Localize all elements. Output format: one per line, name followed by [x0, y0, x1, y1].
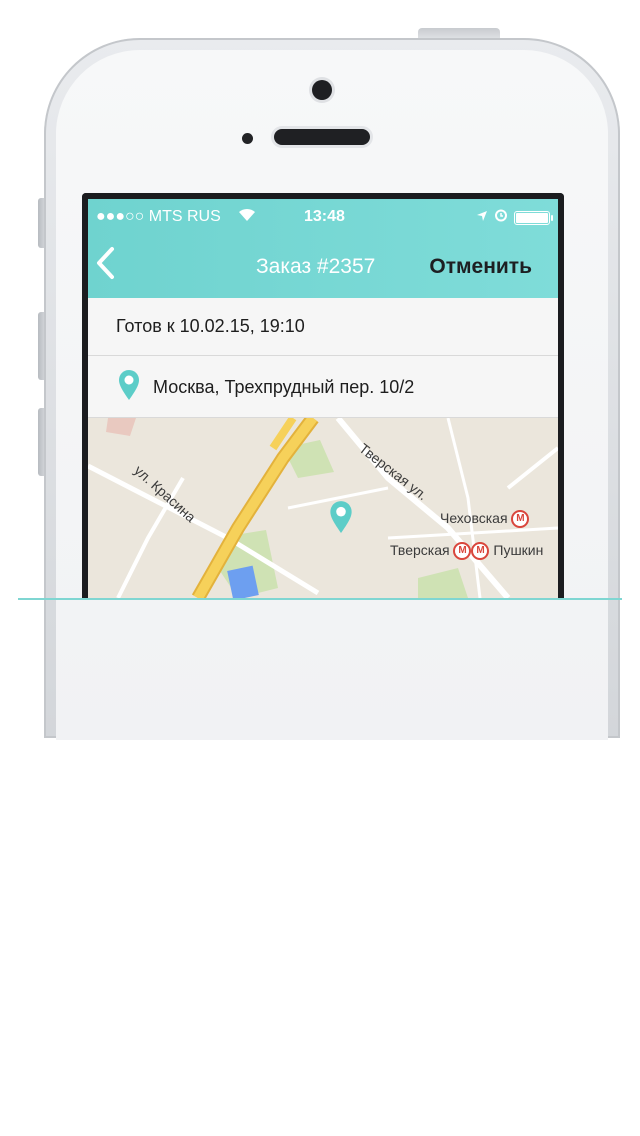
- alarm-icon: [494, 208, 508, 227]
- metro-tverskaya: Тверская ММ Пушкин: [390, 542, 544, 561]
- ready-time-row: Готов к 10.02.15, 19:10: [88, 298, 558, 356]
- metro-name-pushkinskaya: Пушкин: [493, 542, 544, 558]
- map-view[interactable]: ул. Красина Тверская ул. Чеховская М Тве…: [88, 418, 558, 598]
- earpiece-speaker: [274, 129, 370, 145]
- location-arrow-icon: [476, 209, 488, 227]
- address-row[interactable]: Москва, Трехпрудный пер. 10/2: [88, 356, 558, 418]
- battery-icon: [514, 210, 553, 225]
- status-right-icons: [476, 208, 553, 227]
- metro-icon: М: [471, 542, 490, 561]
- divider-line: [18, 598, 622, 600]
- cancel-button[interactable]: Отменить: [429, 255, 532, 279]
- status-bar: ●●●○○ MTS RUS 13:48: [96, 208, 553, 228]
- proximity-sensor: [242, 133, 253, 144]
- map-pin-icon: [118, 369, 140, 406]
- metro-name-tverskaya: Тверская: [390, 542, 450, 558]
- map-roads: [88, 418, 558, 598]
- status-time: 13:48: [304, 208, 345, 225]
- navigation-bar: ●●●○○ MTS RUS 13:48 Заказ #2357 Отменить: [88, 199, 558, 298]
- address-label: Москва, Трехпрудный пер. 10/2: [153, 377, 415, 397]
- camera-icon: [312, 80, 332, 100]
- phone-screen: ●●●○○ MTS RUS 13:48 Заказ #2357 Отменить…: [82, 193, 564, 598]
- metro-icon: М: [511, 510, 530, 529]
- back-button[interactable]: [94, 245, 122, 281]
- metro-name-chekhovskaya: Чеховская: [440, 510, 508, 526]
- chevron-left-icon: [97, 247, 114, 279]
- order-title: Заказ #2357: [256, 255, 376, 278]
- carrier-label: ●●●○○ MTS RUS: [96, 208, 221, 225]
- ready-time-label: Готов к 10.02.15, 19:10: [116, 316, 305, 336]
- metro-chekhovskaya: Чеховская М: [440, 510, 530, 529]
- wifi-icon: [238, 208, 256, 227]
- metro-icon: М: [453, 542, 472, 561]
